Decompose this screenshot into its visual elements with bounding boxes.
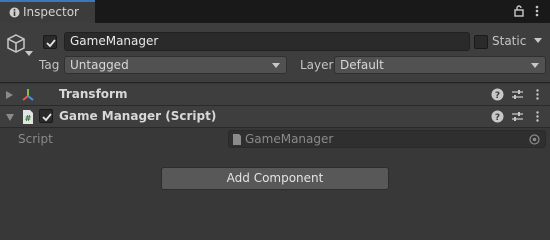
csharp-script-icon: #	[23, 110, 33, 124]
component-header-game-manager[interactable]: # Game Manager (Script) ?	[0, 106, 550, 128]
layer-dropdown[interactable]: Default	[334, 56, 546, 74]
icon-dropdown-caret-icon[interactable]	[25, 51, 33, 57]
tag-value: Untagged	[70, 58, 129, 72]
tab-bar: Inspector	[0, 0, 550, 23]
tag-dropdown[interactable]: Untagged	[64, 56, 287, 74]
object-picker-icon[interactable]	[529, 134, 540, 145]
static-label: Static	[492, 34, 527, 48]
static-checkbox[interactable]	[474, 35, 488, 49]
context-menu-icon[interactable]	[531, 110, 544, 123]
checkmark-icon	[42, 113, 52, 122]
help-icon[interactable]: ?	[491, 110, 504, 123]
script-file-icon	[233, 134, 241, 145]
info-icon	[9, 7, 20, 18]
transform-axes-icon	[22, 89, 34, 101]
active-checkbox[interactable]	[43, 35, 57, 49]
layer-label: Layer	[300, 58, 334, 72]
name-field[interactable]: GameManager	[64, 32, 470, 51]
component-header-transform[interactable]: Transform ?	[0, 84, 550, 106]
context-menu-icon[interactable]	[531, 88, 544, 101]
svg-text:#: #	[25, 114, 32, 123]
script-value: GameManager	[245, 132, 334, 146]
script-object-field: GameManager	[228, 130, 546, 148]
preset-sliders-icon[interactable]	[511, 88, 524, 101]
component-enabled-checkbox[interactable]	[39, 109, 53, 123]
gameobject-cube-icon[interactable]	[5, 33, 27, 55]
gameobject-header: GameManager Static Tag Untagged Layer De…	[0, 23, 550, 83]
preset-sliders-icon[interactable]	[511, 110, 524, 123]
add-component-button[interactable]: Add Component	[161, 167, 389, 190]
tag-label: Tag	[39, 58, 60, 72]
foldout-arrow-down-icon[interactable]	[6, 114, 14, 121]
foldout-arrow-right-icon[interactable]	[6, 91, 13, 99]
more-options-icon[interactable]	[530, 4, 544, 18]
layer-value: Default	[340, 58, 384, 72]
checkmark-icon	[46, 39, 56, 48]
chevron-down-icon	[272, 63, 280, 68]
lock-icon[interactable]	[512, 4, 526, 18]
component-title: Transform	[59, 87, 128, 101]
svg-text:?: ?	[495, 91, 500, 101]
script-label: Script	[18, 132, 53, 146]
static-dropdown-caret-icon[interactable]	[534, 38, 542, 44]
component-title: Game Manager (Script)	[59, 109, 217, 123]
help-icon[interactable]: ?	[491, 88, 504, 101]
tab-inspector[interactable]: Inspector	[0, 0, 95, 23]
chevron-down-icon	[531, 63, 539, 68]
svg-text:?: ?	[495, 113, 500, 123]
tab-label: Inspector	[23, 5, 79, 19]
